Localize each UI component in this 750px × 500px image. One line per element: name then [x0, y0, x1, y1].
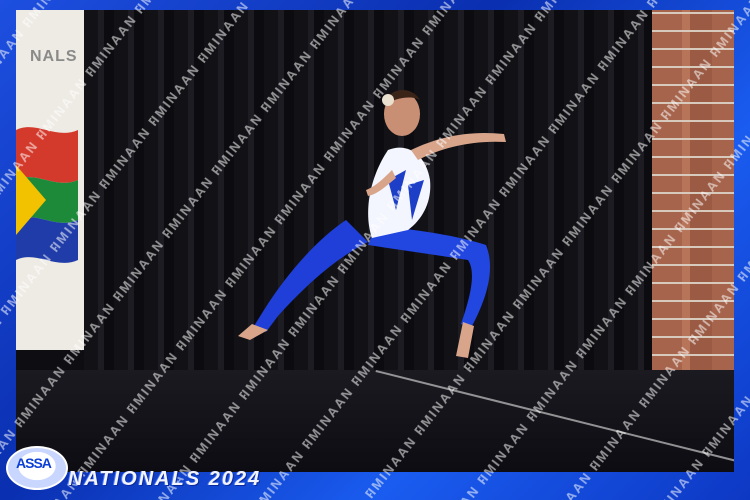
dancer	[238, 89, 506, 358]
logo-text: ASSA	[16, 455, 52, 471]
performance-photo: NALS	[16, 10, 734, 472]
event-title: NATIONALS 2024	[68, 468, 262, 490]
